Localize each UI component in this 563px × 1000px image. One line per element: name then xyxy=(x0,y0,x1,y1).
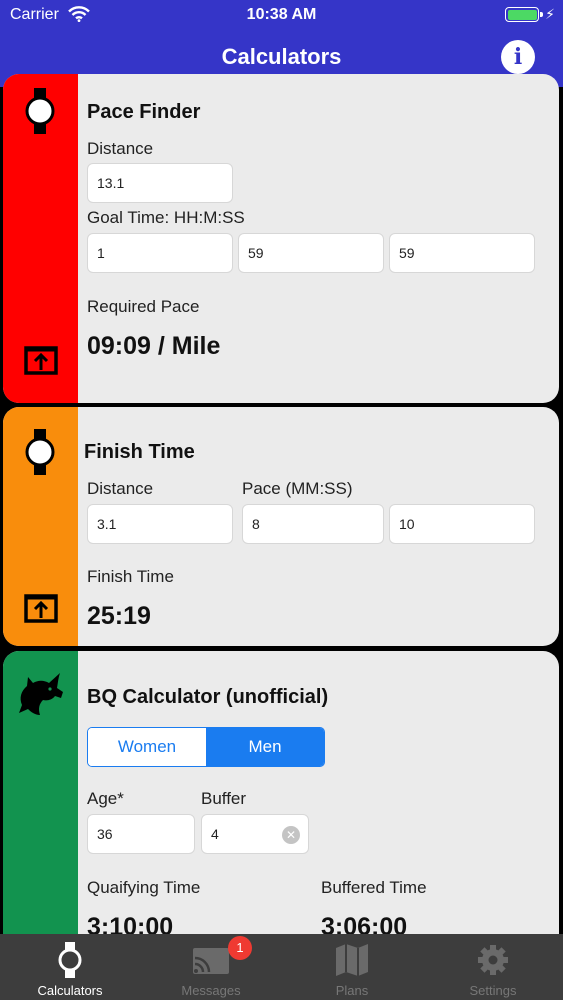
buffered-time-label: Buffered Time xyxy=(321,878,427,897)
buffer-label: Buffer xyxy=(201,789,247,808)
tab-label: Calculators xyxy=(37,983,103,998)
battery-icon xyxy=(505,7,543,22)
finish-time-card: Finish Time Distance Pace (MM:SS) 3.1 8 … xyxy=(3,407,559,646)
share-icon[interactable] xyxy=(23,342,59,376)
watch-icon xyxy=(58,942,82,978)
unicorn-icon xyxy=(19,673,63,715)
pace-finder-title: Pace Finder xyxy=(87,101,201,123)
clear-icon[interactable]: ✕ xyxy=(282,826,300,844)
finish-time-value: 25:19 xyxy=(87,602,151,630)
required-pace-value: 09:09 / Mile xyxy=(87,332,221,360)
watch-icon xyxy=(25,429,55,475)
map-icon xyxy=(336,944,368,976)
pace-label: Pace (MM:SS) xyxy=(242,479,353,498)
buffer-value: 4 xyxy=(211,826,219,842)
required-pace-label: Required Pace xyxy=(87,297,200,316)
watch-icon xyxy=(25,88,55,134)
page-title: Calculators xyxy=(221,44,342,69)
status-bar: Carrier 10:38 AM ⚡ xyxy=(0,0,563,30)
minutes-input[interactable]: 59 xyxy=(238,233,384,273)
distance-label: Distance xyxy=(87,479,154,498)
tab-label: Settings xyxy=(469,983,517,998)
seconds-input[interactable]: 59 xyxy=(389,233,535,273)
age-label: Age* xyxy=(87,789,124,808)
messages-badge: 1 xyxy=(228,936,252,960)
tab-plans[interactable]: Plans xyxy=(282,934,422,1000)
pace-finder-card: Pace Finder Distance 13.1 Goal Time: HH:… xyxy=(3,74,559,403)
cast-icon xyxy=(193,948,229,974)
tab-messages[interactable]: 1 Messages xyxy=(141,934,281,1000)
distance-label: Distance xyxy=(87,139,154,158)
tab-label: Plans xyxy=(335,983,369,998)
share-icon[interactable] xyxy=(23,590,59,624)
goal-time-label: Goal Time: HH:M:SS xyxy=(87,208,245,227)
tab-bar: Calculators 1 Messages Plans Settings xyxy=(0,934,563,1000)
pace-seconds-input[interactable]: 10 xyxy=(389,504,535,544)
gender-option-women[interactable]: Women xyxy=(88,728,206,766)
tab-calculators[interactable]: Calculators xyxy=(0,934,140,1000)
tab-settings[interactable]: Settings xyxy=(423,934,563,1000)
gender-segmented-control: Women Men xyxy=(87,727,325,767)
age-input[interactable]: 36 xyxy=(87,814,195,854)
distance-input[interactable]: 13.1 xyxy=(87,163,233,203)
info-button[interactable]: i xyxy=(501,40,535,74)
finish-time-title: Finish Time xyxy=(84,441,195,463)
tab-label: Messages xyxy=(181,983,241,998)
pace-minutes-input[interactable]: 8 xyxy=(242,504,384,544)
clock: 10:38 AM xyxy=(246,6,317,23)
distance-input[interactable]: 3.1 xyxy=(87,504,233,544)
buffer-input[interactable]: 4 ✕ xyxy=(201,814,309,854)
gear-icon xyxy=(478,945,508,975)
qualifying-time-label: Quaifying Time xyxy=(87,878,201,897)
finish-time-label: Finish Time xyxy=(87,567,174,586)
hours-input[interactable]: 1 xyxy=(87,233,233,273)
charging-icon: ⚡ xyxy=(545,6,555,22)
bq-calculator-title: BQ Calculator (unofficial) xyxy=(87,686,329,708)
gender-option-men[interactable]: Men xyxy=(206,728,324,766)
